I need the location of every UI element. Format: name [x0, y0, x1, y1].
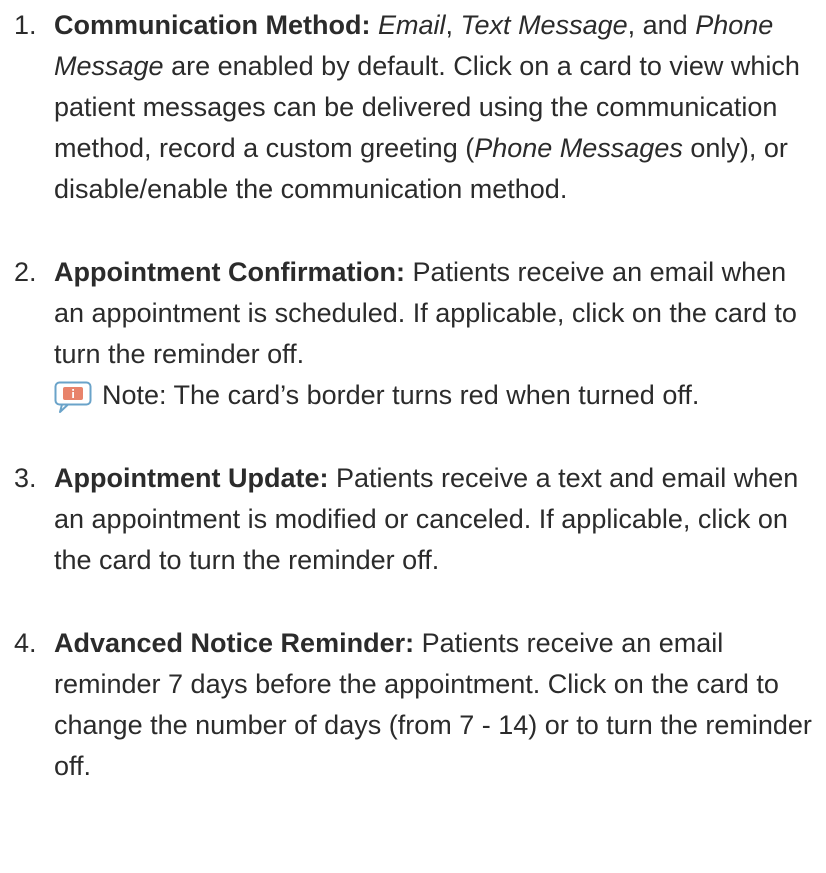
note-text: Note: The card’s border turns red when t…: [102, 380, 700, 410]
item-number: 2.: [14, 257, 37, 287]
item-number: 3.: [14, 463, 37, 493]
item-text: , and: [627, 10, 696, 40]
item-text: [370, 10, 378, 40]
info-note-icon-svg: [54, 381, 92, 413]
item-text-italic: Phone Messages: [474, 133, 683, 163]
info-note-icon: [54, 381, 92, 413]
item-number: 4.: [14, 628, 37, 658]
list-item-advanced-notice-reminder: 4. Advanced Notice Reminder: Patients re…: [0, 623, 826, 787]
item-term: Appointment Confirmation:: [54, 257, 405, 287]
item-text: ,: [445, 10, 461, 40]
item-term: Communication Method:: [54, 10, 371, 40]
note: Note: The card’s border turns red when t…: [54, 375, 822, 416]
instruction-list: 1. Communication Method: Email, Text Mes…: [0, 5, 826, 787]
item-number: 1.: [14, 10, 37, 40]
list-item-communication-method: 1. Communication Method: Email, Text Mes…: [0, 5, 826, 210]
item-term: Appointment Update:: [54, 463, 329, 493]
list-item-appointment-update: 3. Appointment Update: Patients receive …: [0, 458, 826, 581]
item-text-italic: Text Message: [460, 10, 628, 40]
list-item-appointment-confirmation: 2. Appointment Confirmation: Patients re…: [0, 252, 826, 416]
item-term: Advanced Notice Reminder:: [54, 628, 415, 658]
item-text-italic: Email: [378, 10, 446, 40]
